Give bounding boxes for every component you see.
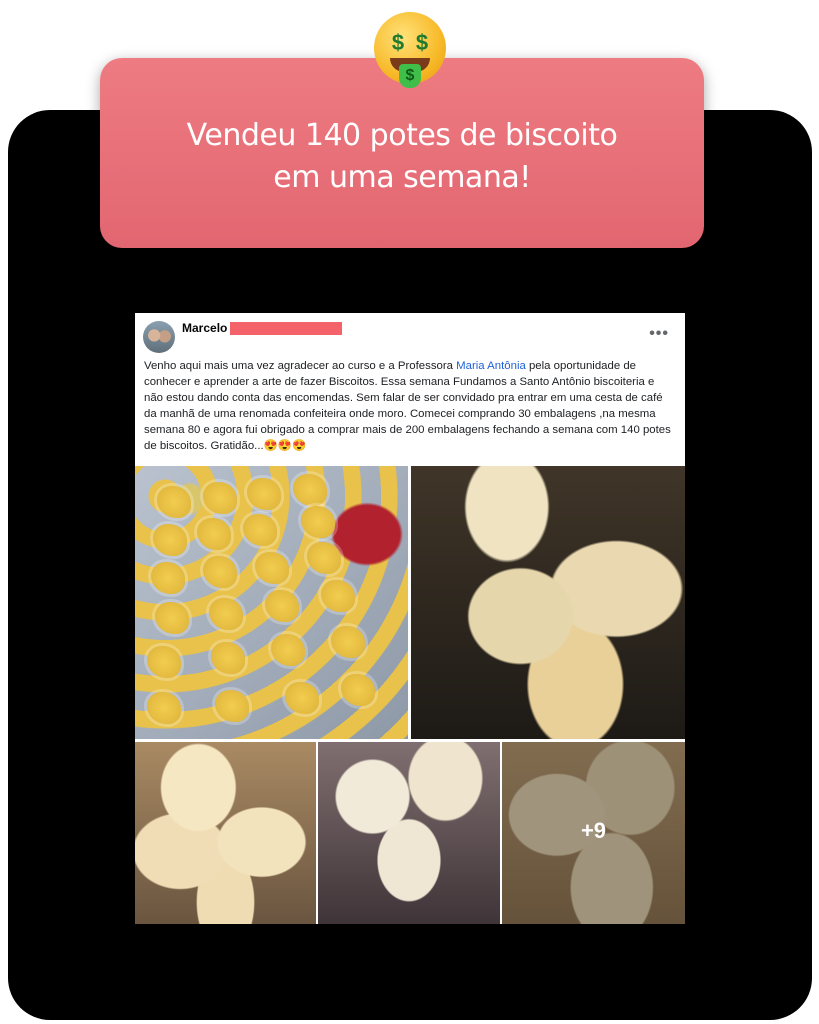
- photo-cookies-tray[interactable]: [135, 466, 408, 739]
- mention-link[interactable]: Maria Antônia: [456, 360, 526, 372]
- photo-filled-cookies[interactable]: [318, 742, 500, 924]
- headline-line-1: Vendeu 140 potes de biscoito: [186, 118, 618, 153]
- post-text-start: Venho aqui mais uma vez agradecer ao cur…: [144, 360, 457, 372]
- photo-grid: +9: [135, 466, 685, 924]
- photo-sandwich-cookies[interactable]: [135, 742, 316, 924]
- dollar-eye-left-icon: $: [391, 30, 405, 55]
- headline-line-2: em uma semana!: [273, 160, 531, 195]
- more-options-icon[interactable]: •••: [649, 325, 669, 343]
- headline-banner: Vendeu 140 potes de biscoito em uma sema…: [100, 58, 704, 248]
- dollar-eye-right-icon: $: [415, 30, 429, 55]
- avatar[interactable]: [143, 321, 175, 353]
- dollar-tongue-icon: $: [399, 64, 421, 88]
- money-mouth-face-icon: $ $ $: [374, 12, 446, 88]
- photo-cookies-closeup[interactable]: [411, 466, 685, 739]
- facebook-post: Marcelo ••• Venho aqui mais uma vez agra…: [135, 313, 685, 924]
- photo-sugar-cookies[interactable]: +9: [502, 742, 685, 924]
- headline: Vendeu 140 potes de biscoito em uma sema…: [100, 115, 704, 199]
- redacted-surname: [230, 322, 342, 335]
- post-text: Venho aqui mais uma vez agradecer ao cur…: [144, 358, 674, 454]
- post-text-end: pela oportunidade de conhecer e aprender…: [144, 360, 671, 452]
- more-photos-count[interactable]: +9: [502, 818, 685, 844]
- post-author[interactable]: Marcelo: [182, 321, 227, 335]
